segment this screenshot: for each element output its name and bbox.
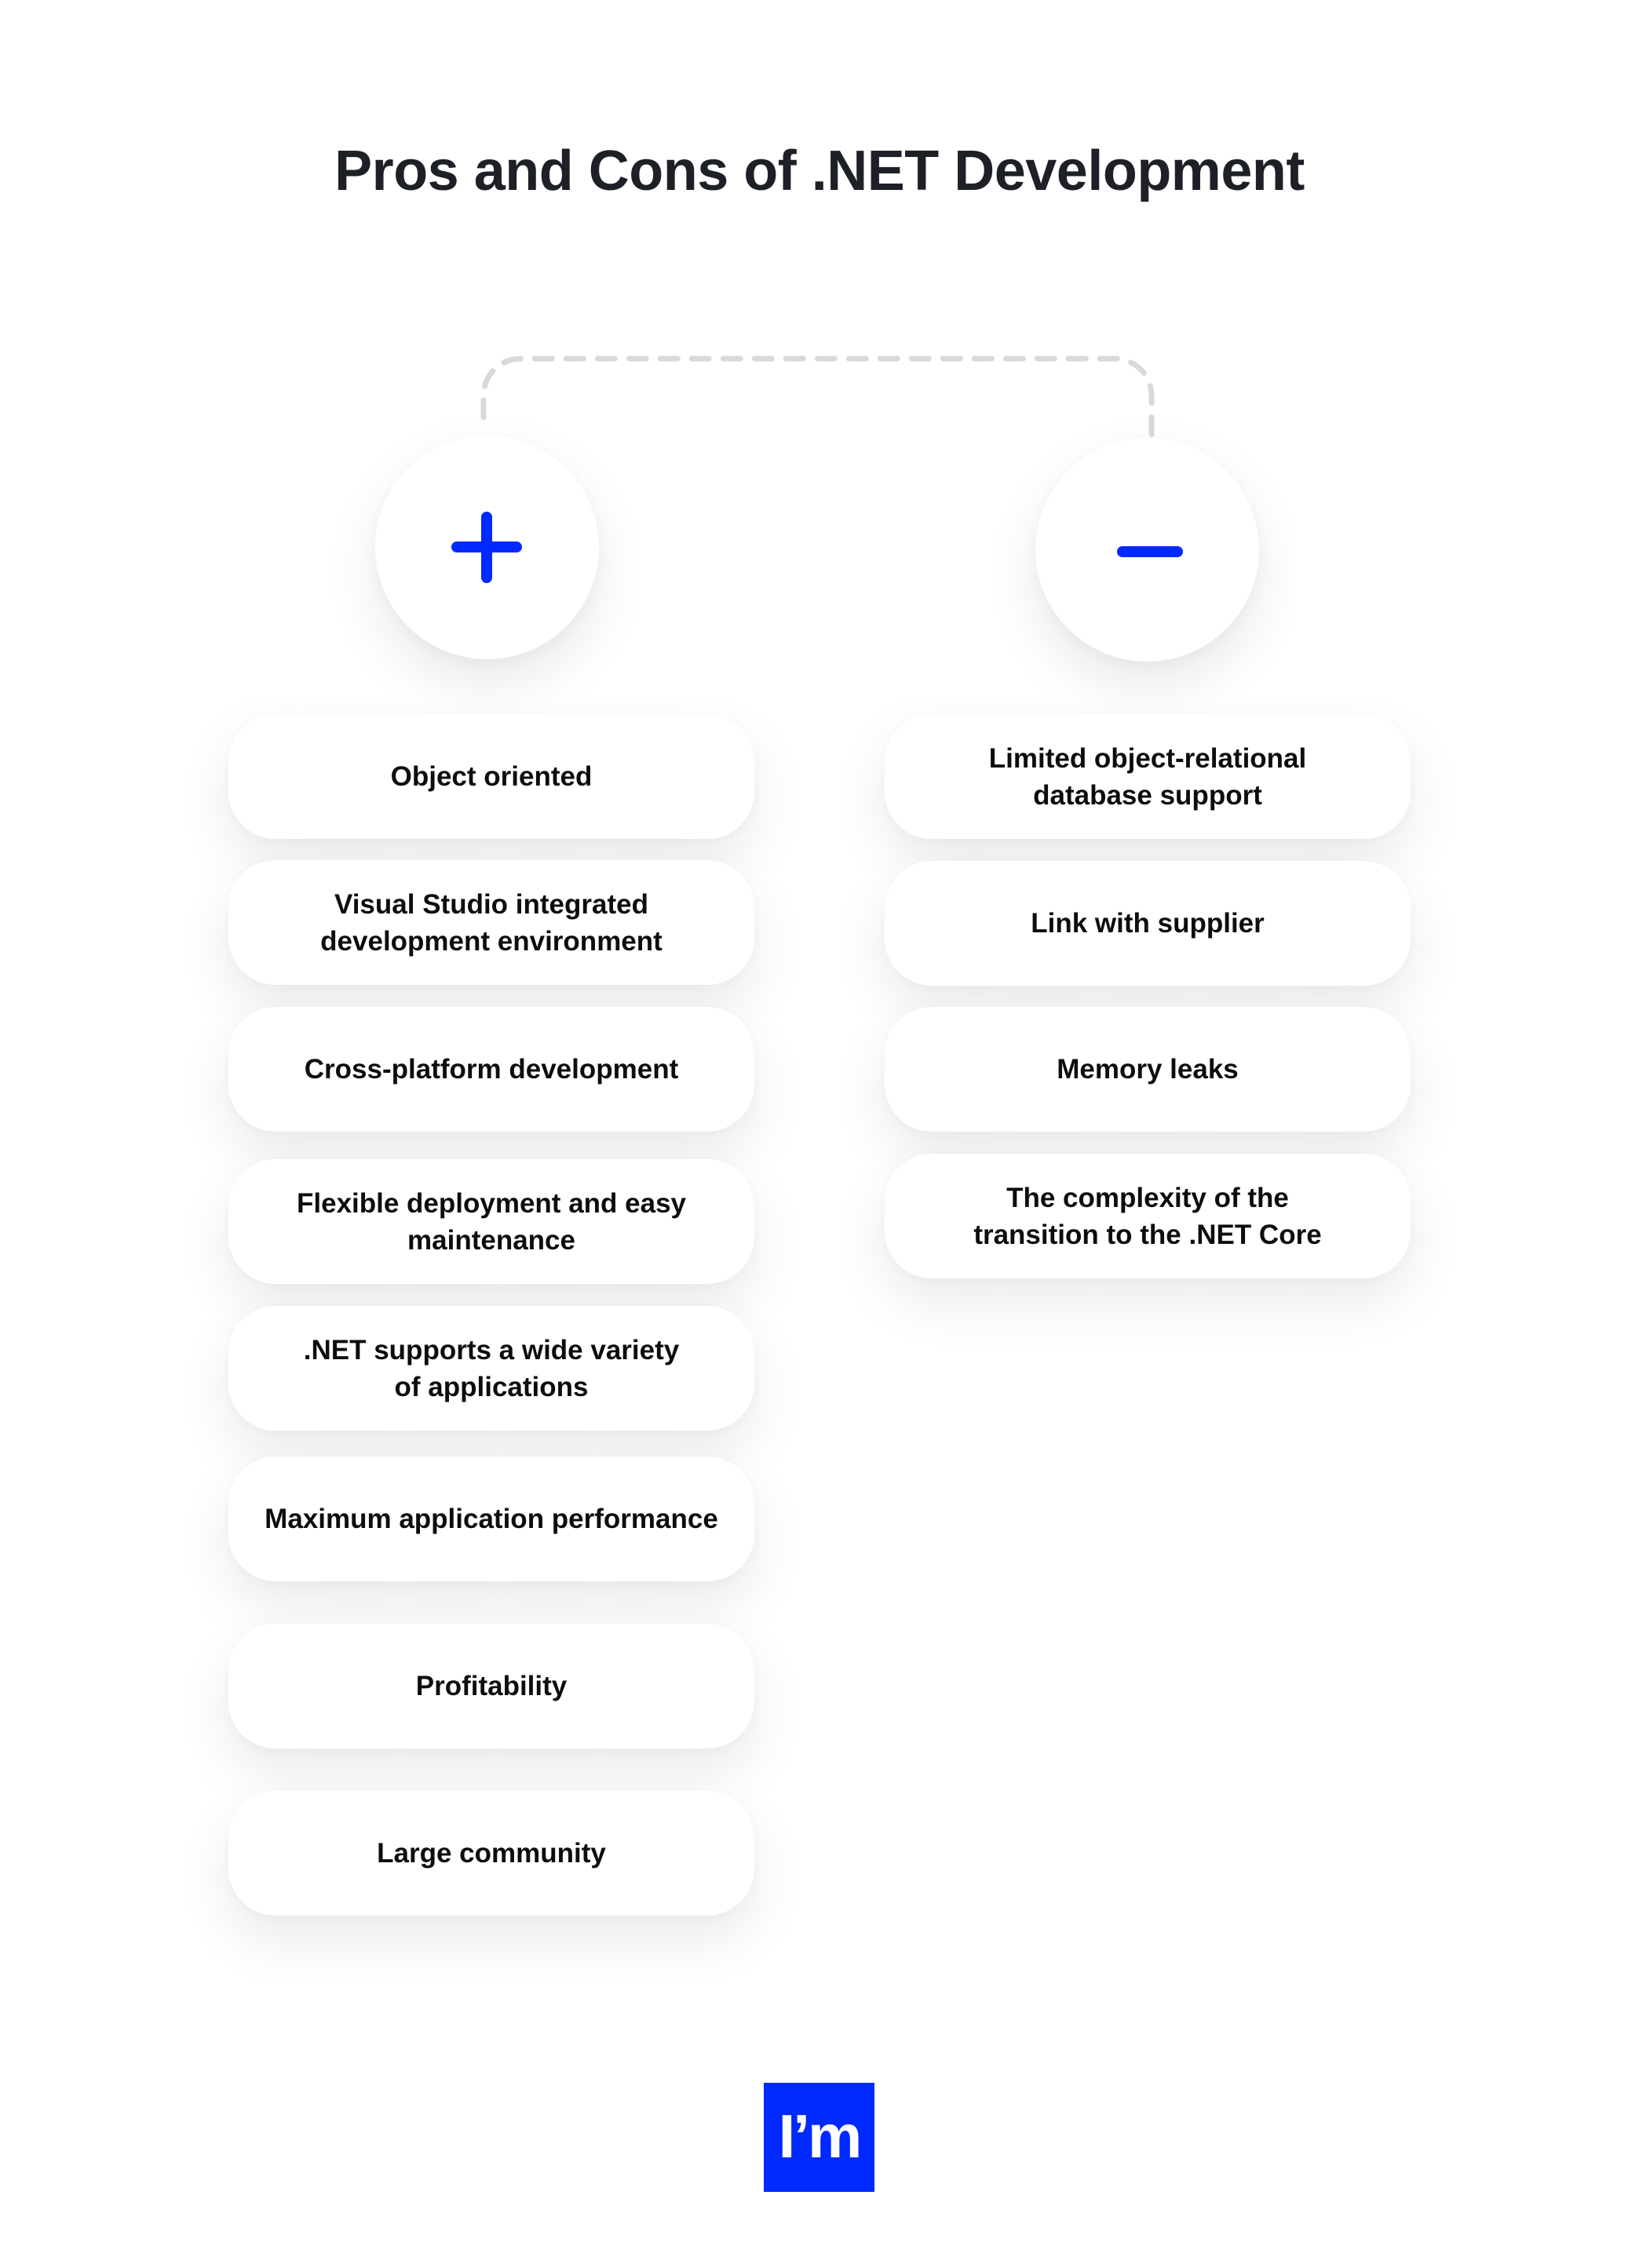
minus-icon [1117, 546, 1183, 557]
pro-card: Maximum application performance [228, 1457, 754, 1581]
pro-card-label: Cross-platform development [304, 1054, 679, 1085]
pro-card: Cross-platform development [228, 1007, 754, 1132]
con-card-label: Limited object-relational database suppo… [988, 742, 1307, 811]
pro-card: .NET supports a wide variety of applicat… [228, 1306, 754, 1431]
cons-badge [1035, 438, 1259, 662]
brand-logo-text: I’m [778, 2101, 863, 2171]
pro-card-label: Visual Studio integrated development env… [320, 888, 663, 957]
plus-icon [451, 512, 522, 583]
pros-badge [375, 436, 599, 659]
con-card: Limited object-relational database suppo… [885, 714, 1411, 839]
pro-card-label: Flexible deployment and easy maintenance [297, 1187, 686, 1256]
con-card: Link with supplier [885, 861, 1411, 986]
pro-card-label: Profitability [415, 1671, 568, 1701]
pro-card-label: .NET supports a wide variety of applicat… [303, 1334, 680, 1402]
connector-path [480, 356, 1155, 443]
pro-card-label: Maximum application performance [265, 1504, 718, 1534]
pro-card: Profitability [228, 1624, 754, 1748]
page-title: Pros and Cons of .NET Development [334, 140, 1305, 202]
dashed-connector [480, 356, 1155, 443]
pro-card: Object oriented [228, 714, 754, 839]
pro-card: Visual Studio integrated development env… [228, 860, 754, 985]
pro-card: Flexible deployment and easy maintenance [228, 1159, 754, 1284]
pro-card: Large community [228, 1791, 754, 1916]
con-card: The complexity of the transition to the … [885, 1154, 1411, 1278]
con-card-label: Memory leaks [1057, 1054, 1239, 1085]
brand-logo: I’m [764, 2083, 874, 2192]
pro-card-label: Object oriented [390, 761, 593, 792]
con-card: Memory leaks [885, 1007, 1411, 1132]
con-card-label: The complexity of the transition to the … [973, 1182, 1322, 1250]
con-card-label: Link with supplier [1031, 908, 1265, 939]
pro-card-label: Large community [377, 1838, 606, 1869]
